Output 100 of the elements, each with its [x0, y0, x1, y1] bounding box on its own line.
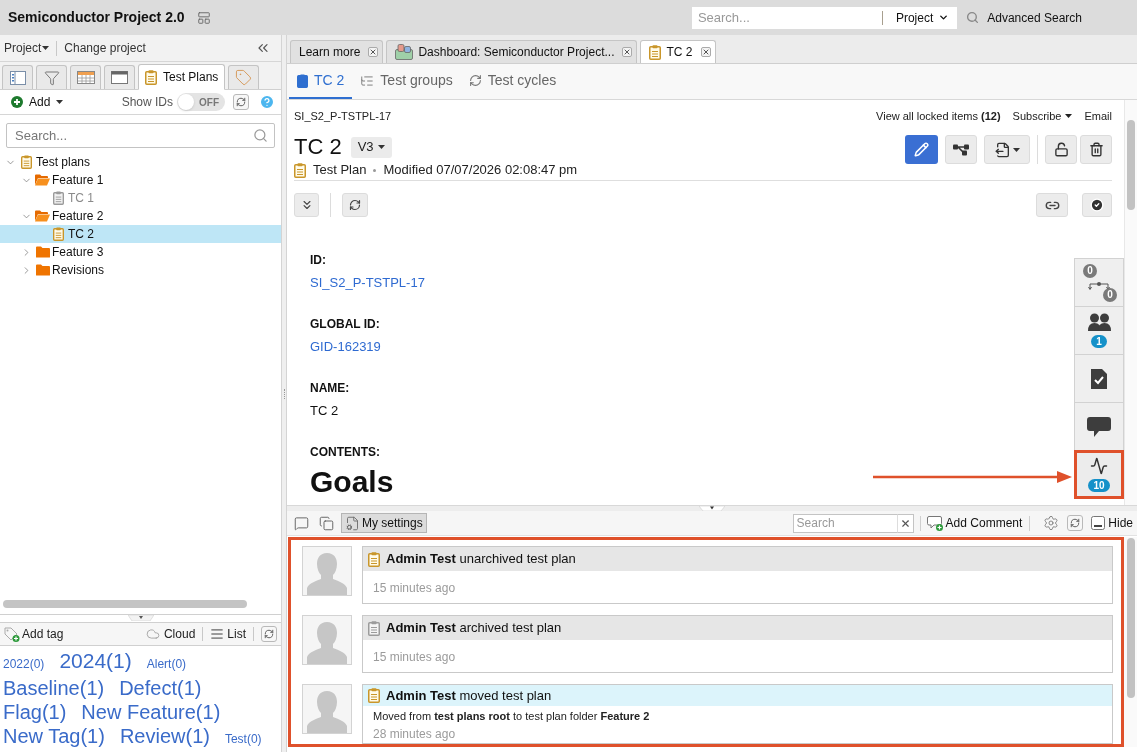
- refresh-button[interactable]: [342, 193, 368, 217]
- approve-button[interactable]: [1082, 193, 1112, 217]
- sync-button[interactable]: [261, 626, 277, 642]
- tag-link[interactable]: Baseline(1): [3, 676, 105, 700]
- avatar-silhouette: [302, 615, 352, 665]
- tag-link[interactable]: 2024(1): [59, 649, 132, 673]
- show-ids-toggle[interactable]: OFF: [177, 93, 225, 111]
- collapse-button[interactable]: [294, 193, 319, 217]
- list-tree-icon: [360, 73, 375, 88]
- tree-item[interactable]: TC 1: [0, 189, 281, 207]
- tag-link[interactable]: Review(1): [119, 724, 210, 748]
- document-gear-icon: [345, 515, 360, 531]
- clipboard-icon: [294, 162, 306, 178]
- document-tab[interactable]: Dashboard: Semiconductor Project...: [386, 40, 638, 63]
- count-badge: 0: [1083, 264, 1097, 278]
- tag-link[interactable]: Defect(1): [119, 676, 202, 700]
- close-icon: [899, 517, 911, 529]
- tree-item[interactable]: Revisions: [0, 261, 281, 279]
- check-circle-icon: [1090, 198, 1104, 212]
- item-tab[interactable]: Test groups: [352, 64, 461, 99]
- activity-search-field[interactable]: Search: [792, 513, 897, 533]
- scope-dropdown[interactable]: Project: [881, 6, 958, 29]
- close-button[interactable]: [368, 47, 379, 57]
- change-project-link[interactable]: Change project: [64, 39, 146, 57]
- unlock-button[interactable]: [1045, 135, 1077, 164]
- tree-item[interactable]: Feature 2: [0, 207, 281, 225]
- tree-item[interactable]: Feature 3: [0, 243, 281, 261]
- tag-icon: [235, 69, 253, 86]
- dashboard-icon: [395, 44, 414, 60]
- tree-search-field[interactable]: Search...: [6, 123, 275, 148]
- splitter-handle[interactable]: [127, 615, 154, 621]
- modified-date: Modified 07/07/2026 02:08:47 pm: [383, 161, 578, 180]
- activity-time: 28 minutes ago: [372, 726, 457, 743]
- activity-button[interactable]: 10: [1074, 450, 1124, 499]
- project-menu[interactable]: Project: [4, 39, 50, 57]
- tag-link[interactable]: Flag(1): [3, 700, 67, 724]
- close-button[interactable]: [700, 47, 711, 57]
- tag-link[interactable]: 2022(0): [3, 652, 45, 676]
- grid-icon: [76, 71, 95, 84]
- clipboard-icon: [21, 155, 32, 169]
- edit-button[interactable]: [905, 135, 938, 164]
- search-icon[interactable]: [966, 11, 980, 24]
- list-button[interactable]: List: [210, 625, 246, 643]
- advanced-search-link[interactable]: Advanced Search: [987, 8, 1082, 27]
- folder-icon: [35, 264, 50, 276]
- field-link[interactable]: SI_S2_P-TSTPL-17: [310, 275, 425, 291]
- add-comment-button[interactable]: Add Comment: [926, 514, 1023, 532]
- subscribe-dropdown[interactable]: Subscribe: [1012, 107, 1073, 125]
- search-icon[interactable]: [253, 128, 268, 143]
- relations-button[interactable]: 0 0: [1074, 258, 1124, 307]
- trash-icon: [1088, 142, 1104, 157]
- hide-button[interactable]: Hide: [1091, 514, 1133, 532]
- link-button[interactable]: [1036, 193, 1068, 217]
- add-tag-button[interactable]: Add tag: [4, 625, 64, 643]
- tree-item[interactable]: Test plans: [0, 153, 281, 171]
- comment-icon[interactable]: [294, 515, 309, 531]
- folder-icon: [35, 246, 50, 258]
- item-tab[interactable]: TC 2: [289, 64, 353, 99]
- tag-add-icon: [4, 626, 20, 642]
- item-tab[interactable]: Test cycles: [460, 64, 565, 99]
- add-icon: [11, 96, 23, 108]
- tag-link[interactable]: Alert(0): [146, 652, 187, 676]
- add-button[interactable]: Add: [11, 93, 64, 111]
- splitter-handle[interactable]: [699, 506, 725, 511]
- sync-button[interactable]: [1067, 515, 1084, 531]
- version-dropdown[interactable]: V3: [350, 136, 392, 158]
- locked-items-link[interactable]: View all locked items (12): [876, 107, 1001, 125]
- field-link[interactable]: GID-162319: [310, 339, 381, 355]
- sync-button[interactable]: [233, 94, 249, 110]
- sidebar-tab[interactable]: [70, 65, 101, 89]
- cloud-button[interactable]: Cloud: [144, 625, 196, 643]
- sidebar-tab[interactable]: [36, 65, 67, 89]
- email-link[interactable]: Email: [1084, 107, 1112, 125]
- sidebar-tab[interactable]: [104, 65, 135, 89]
- tag-link[interactable]: New Tag(1): [3, 724, 105, 748]
- document-tab[interactable]: TC 2: [640, 40, 716, 63]
- review-button[interactable]: [1074, 354, 1124, 403]
- document-tab[interactable]: Learn more: [290, 40, 384, 63]
- settings-icon[interactable]: [1043, 515, 1060, 531]
- open-folder-icon: [35, 174, 50, 186]
- delete-button[interactable]: [1080, 135, 1112, 164]
- layout-icon[interactable]: [196, 10, 211, 25]
- users-button[interactable]: 1: [1074, 306, 1124, 355]
- caret-icon: [56, 100, 64, 104]
- count-badge: 0: [1103, 288, 1117, 302]
- my-settings-button[interactable]: My settings: [341, 513, 427, 533]
- show-ids-label: Show IDs: [121, 94, 173, 111]
- close-button[interactable]: [622, 47, 633, 57]
- export-button[interactable]: [984, 135, 1030, 164]
- tree-item[interactable]: TC 2: [0, 225, 281, 243]
- comments-button[interactable]: [1074, 402, 1124, 451]
- tree-item[interactable]: Feature 1: [0, 171, 281, 189]
- hierarchy-button[interactable]: [945, 135, 977, 164]
- search-field[interactable]: Search...: [691, 6, 882, 29]
- help-icon[interactable]: [259, 94, 275, 110]
- sidebar-tab[interactable]: Test Plans: [138, 64, 226, 90]
- tag-link[interactable]: Test(0): [224, 727, 262, 751]
- copy-icon[interactable]: [319, 515, 334, 531]
- sidebar-tab[interactable]: [2, 65, 33, 89]
- tag-link[interactable]: New Feature(1): [81, 700, 221, 724]
